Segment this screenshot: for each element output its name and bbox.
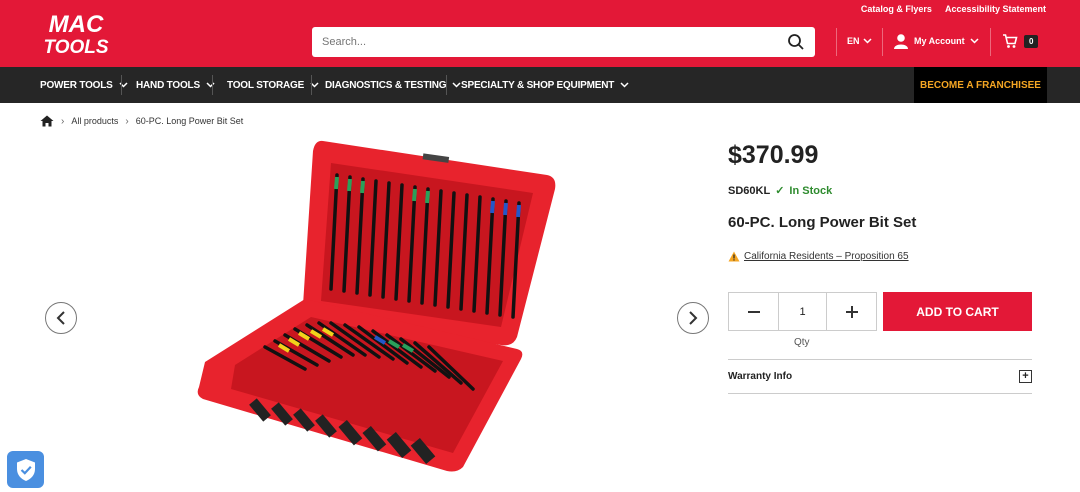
add-to-cart-button[interactable]: ADD TO CART [883,292,1032,331]
nav-diagnostics-testing[interactable]: DIAGNOSTICS & TESTING [325,67,461,103]
cart-count-badge: 0 [1024,34,1039,48]
nav-label: HAND TOOLS [136,79,200,91]
svg-text:MAC: MAC [49,11,104,38]
nav-tool-storage[interactable]: TOOL STORAGE [227,67,319,103]
chevron-down-icon [620,82,629,88]
minus-icon [747,310,760,313]
warranty-info-accordion[interactable]: Warranty Info + [728,359,1032,394]
mac-tools-logo[interactable]: MAC TOOLS [38,8,114,58]
nav-divider [311,75,312,95]
product-image [197,140,556,472]
nav-label: POWER TOOLS [40,79,113,91]
expand-plus-icon[interactable]: + [1019,370,1032,383]
search-input[interactable] [322,34,772,50]
prop65-link[interactable]: California Residents – Proposition 65 [744,251,909,262]
main-nav: POWER TOOLS HAND TOOLS TOOL STORAGE DIAG… [0,67,1080,103]
decrease-quantity-button[interactable] [729,293,778,330]
nav-label: DIAGNOSTICS & TESTING [325,79,447,91]
accessibility-widget-button[interactable] [7,451,44,488]
catalog-flyers-link[interactable]: Catalog & Flyers [861,4,932,14]
warranty-label: Warranty Info [728,371,793,382]
divider [836,28,837,56]
search-icon[interactable] [787,33,805,51]
shield-check-icon [16,458,35,481]
my-account-menu[interactable]: My Account [893,33,979,49]
warning-icon [728,251,740,262]
nav-hand-tools[interactable]: HAND TOOLS [136,67,215,103]
increase-quantity-button[interactable] [827,293,876,330]
chevron-down-icon [970,38,979,44]
cart-button[interactable]: 0 [1002,33,1039,49]
user-icon [894,34,908,49]
breadcrumb-all-products[interactable]: All products [71,116,118,126]
divider [882,28,883,56]
product-price: $370.99 [728,141,819,169]
chevron-right-icon: › [125,115,129,127]
nav-divider [121,75,122,95]
chevron-left-icon [56,311,65,325]
accessibility-statement-link[interactable]: Accessibility Statement [945,4,1046,14]
nav-label: SPECIALTY & SHOP EQUIPMENT [461,79,615,91]
previous-image-button[interactable] [45,302,77,334]
nav-specialty-shop-equipment[interactable]: SPECIALTY & SHOP EQUIPMENT [461,67,629,103]
svg-text:TOOLS: TOOLS [43,37,108,58]
chevron-right-icon: › [61,115,65,127]
language-label: EN [847,36,860,46]
next-image-button[interactable] [677,302,709,334]
sku-stock-line: SD60KL ✓ In Stock [728,184,833,198]
checkmark-icon: ✓ [775,185,785,197]
plus-icon [845,305,858,318]
stock-status: In Stock [789,184,833,197]
chevron-down-icon [206,82,215,88]
prop65-notice: California Residents – Proposition 65 [728,251,909,262]
breadcrumb: › All products › 60-PC. Long Power Bit S… [40,115,243,127]
become-franchisee-button[interactable]: BECOME A FRANCHISEE [914,67,1047,103]
chevron-down-icon [862,38,872,44]
chevron-right-icon [689,311,698,325]
nav-divider [212,75,213,95]
product-sku: SD60KL [728,184,771,197]
language-selector[interactable]: EN [847,36,872,46]
my-account-label: My Account [914,36,965,46]
cart-icon [1003,34,1018,48]
quantity-stepper: 1 [728,292,877,331]
divider [990,28,991,56]
home-icon[interactable] [40,115,54,127]
breadcrumb-current: 60-PC. Long Power Bit Set [135,116,244,126]
nav-label: TOOL STORAGE [227,79,305,91]
top-header: MAC TOOLS Catalog & Flyers Accessibility… [0,0,1080,67]
nav-divider [446,75,447,95]
product-title: 60-PC. Long Power Bit Set [728,214,917,231]
quantity-label: Qty [794,337,810,348]
chevron-down-icon [119,82,128,88]
quantity-input[interactable]: 1 [778,293,827,330]
nav-power-tools[interactable]: POWER TOOLS [40,67,128,103]
search-bar [312,27,815,57]
utility-links: Catalog & Flyers Accessibility Statement [861,4,1046,14]
